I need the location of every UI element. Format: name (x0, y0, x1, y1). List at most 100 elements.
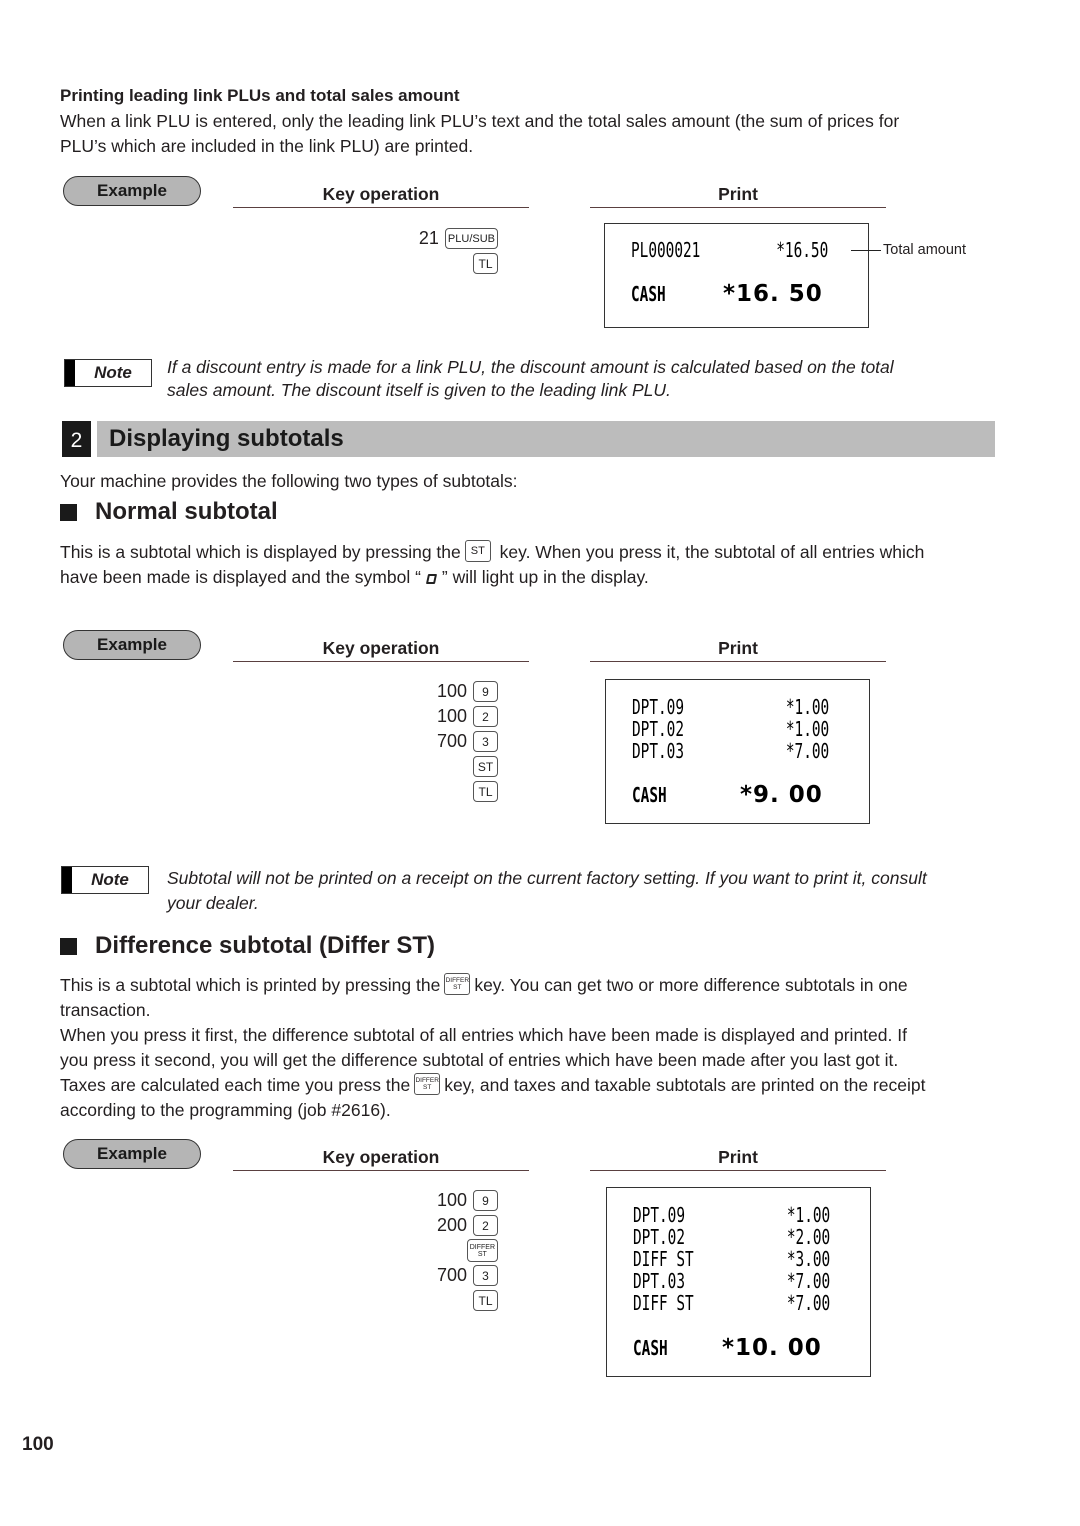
tl-key: TL (473, 253, 498, 274)
note-label: Note (94, 363, 132, 382)
description-text: you press it second, you will get the di… (60, 1050, 899, 1070)
normal-subtotal-heading: Normal subtotal (60, 498, 278, 526)
example-badge: Example (63, 176, 201, 206)
differ-st-key-icon: DIFFER ST (414, 1073, 441, 1096)
receipt-item-label: DIFF ST (633, 1291, 694, 1315)
receipt-item-label: DPT.03 (632, 739, 685, 763)
print-header: Print (590, 638, 886, 662)
key-step: ST (228, 754, 498, 779)
key-step: TL (228, 779, 498, 804)
receipt-item-amount: *7.00 (786, 1291, 830, 1315)
description-text: transaction. (60, 1000, 151, 1020)
receipt-item-amount: *1.00 (786, 1203, 830, 1227)
receipt-total-label: CASH (632, 783, 667, 807)
print-header: Print (590, 184, 886, 208)
differ-st-key-icon: DIFFER ST (444, 973, 471, 996)
note-text: Subtotal will not be printed on a receip… (167, 866, 1017, 916)
key-step: TL (228, 1288, 498, 1313)
receipt-item-amount: *2.00 (786, 1225, 830, 1249)
key-step: 200 2 (228, 1213, 498, 1238)
receipt-total-amount: *16. 50 (723, 281, 823, 307)
description-text: This is a subtotal which is printed by p… (60, 975, 441, 995)
total-amount-callout: Total amount (883, 242, 967, 258)
description-text: ” will light up in the display. (441, 567, 649, 587)
key-step-number: 21 (418, 228, 439, 248)
key-step-number: 100 (436, 706, 467, 726)
heading-bullet-square (60, 937, 77, 955)
receipt-item-amount: *1.00 (785, 717, 829, 741)
note-text-line1: If a discount entry is made for a link P… (167, 357, 894, 377)
description-text: key, and taxes and taxable subtotals are… (444, 1075, 926, 1095)
description-text: according to the programming (job #2616)… (60, 1100, 391, 1120)
normal-subtotal-title: Normal subtotal (95, 498, 278, 525)
key-step: 100 2 (228, 704, 498, 729)
key-label-bottom: ST (453, 984, 462, 992)
key-step-number: 200 (436, 1215, 467, 1235)
receipt-printout: DPT.09 *1.00 DPT.02 *1.00 DPT.03 *7.00 C… (605, 679, 870, 824)
example-badge: Example (63, 1139, 201, 1169)
tl-key: TL (473, 1290, 498, 1311)
difference-subtotal-title: Difference subtotal (Differ ST) (95, 932, 436, 959)
link-plu-description-line2: PLU’s which are included in the link PLU… (60, 136, 474, 156)
key-step: 21 PLU/SUB (228, 226, 498, 251)
differ-st-key: DIFFER ST (466, 1239, 498, 1262)
description-text: key. You can get two or more difference … (474, 975, 908, 995)
plu-sub-key: PLU/SUB (444, 228, 498, 249)
key-operation-sequence: 21 PLU/SUB TL (228, 226, 498, 276)
key-step-number: 100 (436, 1190, 467, 1210)
receipt-item-label: PL000021 (631, 238, 701, 262)
note-badge: Note (64, 359, 152, 387)
key-step-number: 100 (436, 681, 467, 701)
note-text-line1: Subtotal will not be printed on a receip… (167, 868, 927, 888)
section-intro: Your machine provides the following two … (60, 471, 518, 491)
receipt-item-label: DPT.09 (633, 1203, 686, 1227)
key-step: 100 9 (228, 1188, 498, 1213)
department-9-key: 9 (473, 1190, 498, 1211)
st-key: ST (473, 756, 498, 777)
difference-subtotal-description: This is a subtotal which is printed by p… (60, 973, 1010, 1123)
key-operation-header: Key operation (233, 184, 529, 208)
key-step: 700 3 (228, 729, 498, 754)
description-text: Taxes are calculated each time you press… (60, 1075, 411, 1095)
receipt-total-label: CASH (633, 1336, 668, 1360)
callout-leader-line (851, 250, 881, 252)
key-step: TL (228, 251, 498, 276)
key-step: 700 3 (228, 1263, 498, 1288)
department-2-key: 2 (473, 706, 498, 727)
receipt-total-amount: *10. 00 (722, 1335, 822, 1361)
section-title: Displaying subtotals (97, 421, 995, 457)
key-label-bottom: ST (423, 1084, 432, 1092)
note-text: If a discount entry is made for a link P… (167, 356, 1007, 402)
tl-key: TL (473, 781, 498, 802)
page-number: 100 (22, 1434, 54, 1455)
receipt-printout: PL000021 *16.50 CASH *16. 50 (604, 223, 869, 328)
section-number: 2 (62, 421, 91, 457)
receipt-total-label: CASH (631, 282, 666, 306)
description-text: When you press it first, the difference … (60, 1025, 907, 1045)
example-badge: Example (63, 630, 201, 660)
receipt-item-amount: *1.00 (785, 695, 829, 719)
key-label-top: DIFFER (415, 1077, 439, 1085)
key-step-number: 700 (436, 1265, 467, 1285)
department-2-key: 2 (473, 1215, 498, 1236)
description-text: have been made is displayed and the symb… (60, 567, 421, 587)
note-badge-bar (65, 360, 75, 386)
note-badge-bar (62, 867, 72, 893)
receipt-item-label: DPT.03 (633, 1269, 686, 1293)
receipt-item-label: DPT.09 (632, 695, 685, 719)
description-text: This is a subtotal which is displayed by… (60, 542, 461, 562)
receipt-item-amount: *16.50 (775, 238, 828, 262)
department-9-key: 9 (473, 681, 498, 702)
note-text-line2: your dealer. (167, 893, 259, 913)
link-plu-description: When a link PLU is entered, only the lea… (60, 109, 1010, 159)
department-3-key: 3 (473, 1265, 498, 1286)
subtotal-lamp-icon (425, 574, 437, 584)
key-step: DIFFER ST (228, 1238, 498, 1263)
note-text-line2: sales amount. The discount itself is giv… (167, 380, 671, 400)
note-label: Note (91, 870, 129, 889)
difference-subtotal-heading: Difference subtotal (Differ ST) (60, 932, 435, 960)
key-step-number: 700 (436, 731, 467, 751)
receipt-item-amount: *7.00 (785, 739, 829, 763)
note-badge: Note (61, 866, 149, 894)
receipt-item-amount: *3.00 (786, 1247, 830, 1271)
